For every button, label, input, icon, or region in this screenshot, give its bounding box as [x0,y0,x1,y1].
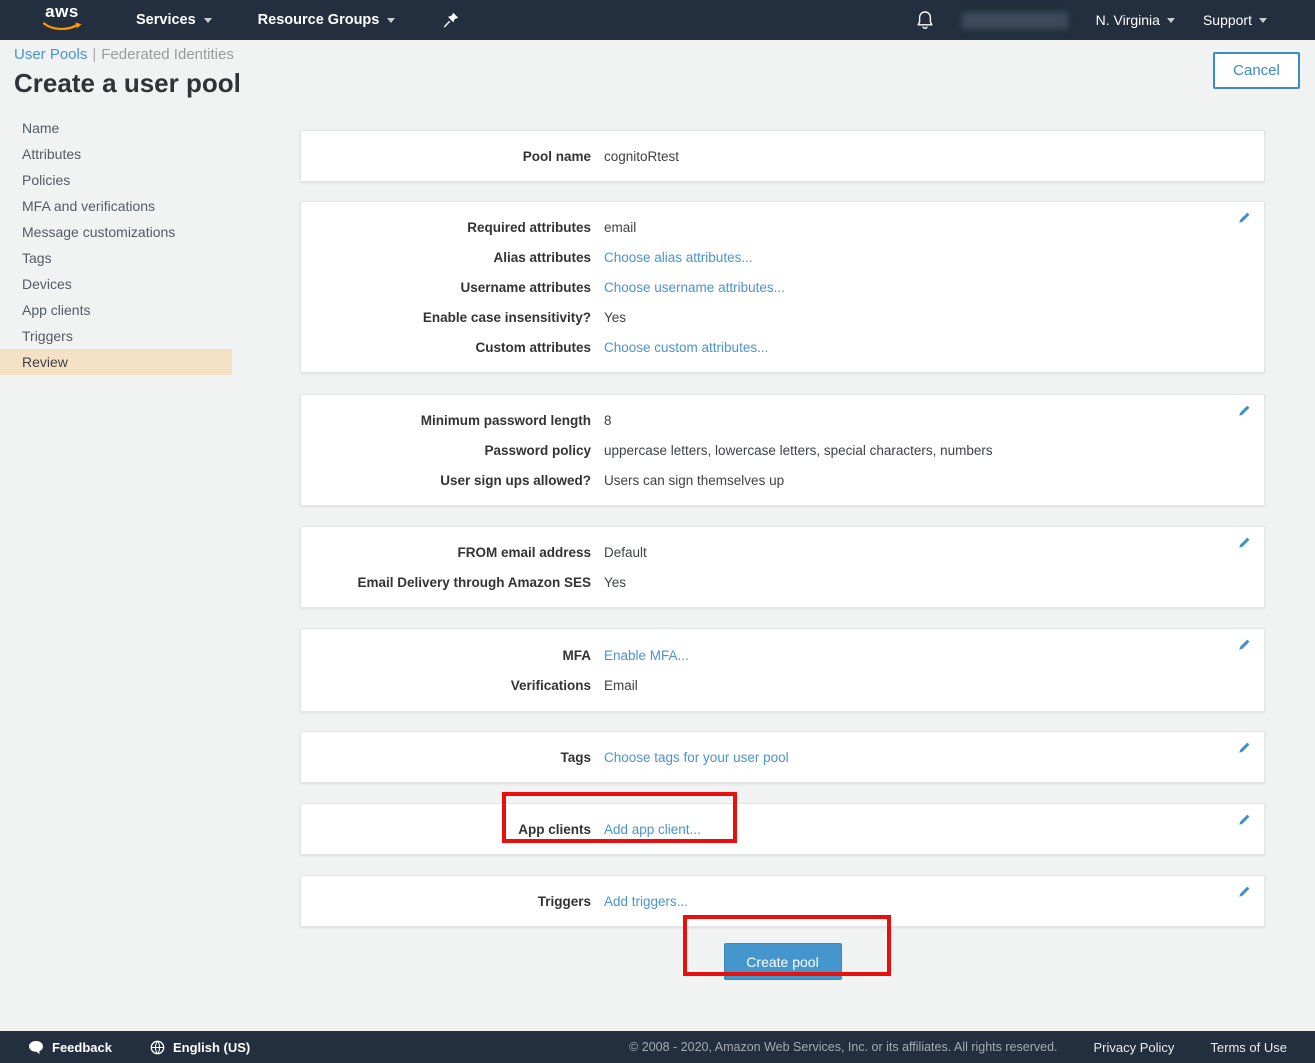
sidebar-item-mfa-and-verifications[interactable]: MFA and verifications [0,193,232,219]
case-insensitivity-label: Enable case insensitivity? [301,310,591,325]
chevron-down-icon [204,18,212,23]
min-password-length-value: 8 [604,413,612,428]
add-triggers-link[interactable]: Add triggers... [604,894,688,909]
card-tags: Tags Choose tags for your user pool [300,731,1265,783]
choose-tags-link[interactable]: Choose tags for your user pool [604,750,789,765]
from-email-label: FROM email address [301,545,591,560]
add-app-client-link[interactable]: Add app client... [604,822,701,837]
breadcrumb-separator: | [92,46,96,63]
aws-logo[interactable]: aws [42,4,82,37]
account-menu-blurred[interactable] [962,12,1068,29]
app-clients-label: App clients [301,822,591,837]
card-attributes: Required attributes email Alias attribut… [300,201,1265,373]
footer-right: © 2008 - 2020, Amazon Web Services, Inc.… [629,1040,1287,1055]
feedback-label: Feedback [52,1040,112,1055]
tags-label: Tags [301,750,591,765]
footer: Feedback English (US) © 2008 - 2020, Ama… [0,1031,1315,1063]
globe-icon [150,1040,165,1055]
pool-name-value: cognitoRtest [604,149,679,164]
sidebar-item-message-customizations[interactable]: Message customizations [0,219,232,245]
edit-pencil-icon[interactable] [1238,813,1251,831]
edit-pencil-icon[interactable] [1238,536,1251,554]
card-mfa: MFA Enable MFA... Verifications Email [300,628,1265,712]
alias-attributes-label: Alias attributes [301,250,591,265]
cancel-button[interactable]: Cancel [1213,52,1300,89]
pool-name-label: Pool name [301,149,591,164]
mfa-label: MFA [301,648,591,663]
review-panel: Pool name cognitoRtest Required attribut… [300,130,1265,980]
nav-resource-groups[interactable]: Resource Groups [258,12,396,28]
triggers-label: Triggers [301,894,591,909]
aws-smile-icon [42,19,82,37]
sidebar-item-app-clients[interactable]: App clients [0,297,232,323]
enable-mfa-link[interactable]: Enable MFA... [604,648,689,663]
password-policy-label: Password policy [301,443,591,458]
user-signups-label: User sign ups allowed? [301,473,591,488]
sidebar-item-name[interactable]: Name [0,115,232,141]
chevron-down-icon [1167,18,1175,23]
page-header: User Pools | Federated Identities Create a… [0,40,1315,109]
edit-pencil-icon[interactable] [1238,404,1251,422]
card-pool-name: Pool name cognitoRtest [300,130,1265,182]
notifications-bell-icon[interactable] [916,10,934,30]
sidebar-item-policies[interactable]: Policies [0,167,232,193]
sidebar-item-attributes[interactable]: Attributes [0,141,232,167]
nav-support[interactable]: Support [1203,12,1267,28]
case-insensitivity-value: Yes [604,310,626,325]
breadcrumb-federated-identities[interactable]: Federated Identities [101,46,234,63]
create-pool-button[interactable]: Create pool [724,943,842,980]
wizard-sidebar: Name Attributes Policies MFA and verific… [0,115,232,375]
sidebar-item-tags[interactable]: Tags [0,245,232,271]
required-attributes-value: email [604,220,636,235]
terms-of-use-link[interactable]: Terms of Use [1210,1040,1287,1055]
password-policy-value: uppercase letters, lowercase letters, sp… [604,443,993,458]
aws-logo-text: aws [45,4,79,19]
privacy-policy-link[interactable]: Privacy Policy [1094,1040,1175,1055]
verifications-label: Verifications [301,678,591,693]
feedback-speech-bubble-icon [28,1040,44,1055]
choose-custom-attributes-link[interactable]: Choose custom attributes... [604,340,768,355]
choose-username-attributes-link[interactable]: Choose username attributes... [604,280,785,295]
choose-alias-attributes-link[interactable]: Choose alias attributes... [604,250,753,265]
language-label: English (US) [173,1040,250,1055]
navbar-right: N. Virginia Support [916,10,1267,30]
support-label: Support [1203,12,1252,28]
ses-delivery-value: Yes [604,575,626,590]
verifications-value: Email [604,678,638,693]
top-navbar: aws Services Resource Groups N. Vi [0,0,1315,40]
from-email-value: Default [604,545,647,560]
breadcrumb: User Pools | Federated Identities [14,46,1315,63]
copyright-text: © 2008 - 2020, Amazon Web Services, Inc.… [629,1040,1057,1054]
pushpin-icon[interactable] [443,12,459,29]
edit-pencil-icon[interactable] [1238,741,1251,759]
card-triggers: Triggers Add triggers... [300,875,1265,927]
page-title: Create a user pool [14,68,1315,99]
sidebar-item-devices[interactable]: Devices [0,271,232,297]
required-attributes-label: Required attributes [301,220,591,235]
custom-attributes-label: Custom attributes [301,340,591,355]
card-email: FROM email address Default Email Deliver… [300,526,1265,608]
nav-services-label: Services [136,12,196,28]
language-selector[interactable]: English (US) [150,1040,250,1055]
chevron-down-icon [387,18,395,23]
nav-resource-groups-label: Resource Groups [258,12,380,28]
card-app-clients: App clients Add app client... [300,803,1265,855]
edit-pencil-icon[interactable] [1238,885,1251,903]
ses-delivery-label: Email Delivery through Amazon SES [301,575,591,590]
sidebar-item-triggers[interactable]: Triggers [0,323,232,349]
min-password-length-label: Minimum password length [301,413,591,428]
feedback-button[interactable]: Feedback [28,1040,112,1055]
nav-services[interactable]: Services [136,12,212,28]
edit-pencil-icon[interactable] [1238,638,1251,656]
card-policies: Minimum password length 8 Password polic… [300,394,1265,506]
nav-region[interactable]: N. Virginia [1096,12,1175,28]
breadcrumb-user-pools-link[interactable]: User Pools [14,46,87,63]
chevron-down-icon [1259,18,1267,23]
create-pool-row: Create pool [300,943,1265,980]
sidebar-item-review[interactable]: Review [0,349,232,375]
user-signups-value: Users can sign themselves up [604,473,784,488]
username-attributes-label: Username attributes [301,280,591,295]
region-label: N. Virginia [1096,12,1160,28]
edit-pencil-icon[interactable] [1238,211,1251,229]
